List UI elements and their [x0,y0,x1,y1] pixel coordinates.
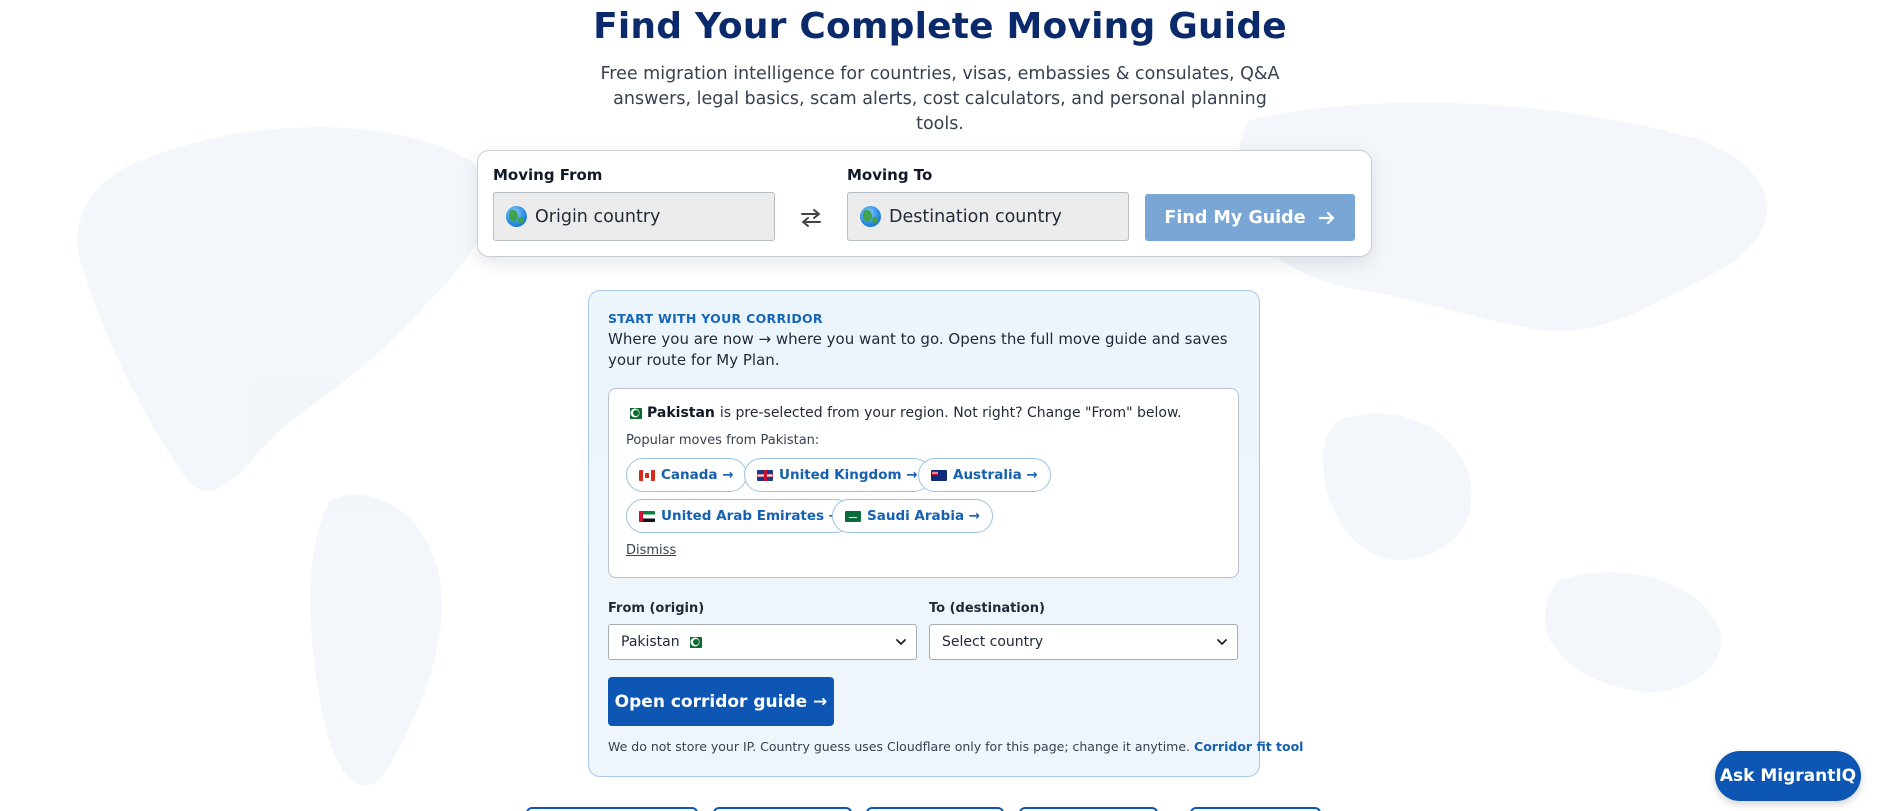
popular-move-saudi-arabia[interactable]: Saudi Arabia → [832,499,994,533]
globe-icon [506,206,527,227]
from-origin-label: From (origin) [608,601,705,616]
corridor-kicker: START WITH YOUR CORRIDOR [608,311,823,326]
nav-tile[interactable] [713,807,852,811]
popular-moves-label: Popular moves from Pakistan: [626,433,820,448]
ask-migrantiq-button[interactable]: Ask MigrantIQ [1715,751,1861,801]
flag-pakistan-icon [685,636,702,648]
flag-saudi-arabia-icon [845,510,861,522]
chip-label: Saudi Arabia → [867,508,981,524]
chip-label: Australia → [953,467,1038,483]
find-my-guide-button[interactable]: Find My Guide [1145,194,1355,241]
to-destination-label: To (destination) [929,601,1045,616]
privacy-text: We do not store your IP. Country guess u… [608,739,1191,754]
moving-to-label: Moving To [847,166,933,184]
to-destination-select[interactable]: Select country [929,624,1238,660]
page-title: Find Your Complete Moving Guide [593,6,1287,47]
swap-countries-button[interactable] [797,204,825,232]
moving-from-label: Moving From [493,166,603,184]
destination-country-input[interactable]: Destination country [847,192,1129,241]
page-subtitle: Free migration intelligence for countrie… [600,64,1280,134]
flag-pakistan-icon [626,407,642,419]
chip-label: Canada → [661,467,734,483]
to-destination-value: Select country [942,634,1044,650]
chip-label: United Arab Emirates → [661,508,841,524]
open-corridor-guide-button[interactable]: Open corridor guide → [608,677,834,726]
flag-canada-icon [639,469,655,481]
privacy-note: We do not store your IP. Country guess u… [608,739,1303,754]
from-origin-select[interactable]: Pakistan [608,624,917,660]
detected-suffix: is pre-selected from your region. Not ri… [719,405,1182,421]
chip-label: United Kingdom → [779,467,918,483]
popular-move-australia[interactable]: Australia → [918,458,1051,492]
flag-australia-icon [931,469,947,481]
flag-uae-icon [639,510,655,522]
region-detected-message: Pakistan is pre-selected from your regio… [626,405,1182,421]
detected-country: Pakistan [647,405,715,421]
nav-tile[interactable] [1190,807,1321,811]
nav-tile[interactable] [526,807,698,811]
nav-tile[interactable] [1019,807,1158,811]
chevron-down-icon [1217,639,1227,645]
swap-arrows-icon [801,209,821,227]
globe-icon [860,206,881,227]
corridor-description: Where you are now → where you want to go… [608,330,1228,369]
popular-move-canada[interactable]: Canada → [626,458,747,492]
flag-united-kingdom-icon [757,469,773,481]
origin-placeholder: Origin country [535,206,661,227]
nav-tile[interactable] [866,807,1004,811]
corridor-fit-tool-link[interactable]: Corridor fit tool [1194,739,1303,754]
destination-placeholder: Destination country [889,206,1062,227]
origin-country-input[interactable]: Origin country [493,192,775,241]
from-origin-value: Pakistan [621,634,680,650]
dismiss-link[interactable]: Dismiss [626,543,676,558]
arrow-right-icon [1318,211,1334,224]
find-my-guide-label: Find My Guide [1164,207,1306,228]
popular-move-united-kingdom[interactable]: United Kingdom → [744,458,931,492]
popular-move-uae[interactable]: United Arab Emirates → [626,499,854,533]
chevron-down-icon [896,639,906,645]
